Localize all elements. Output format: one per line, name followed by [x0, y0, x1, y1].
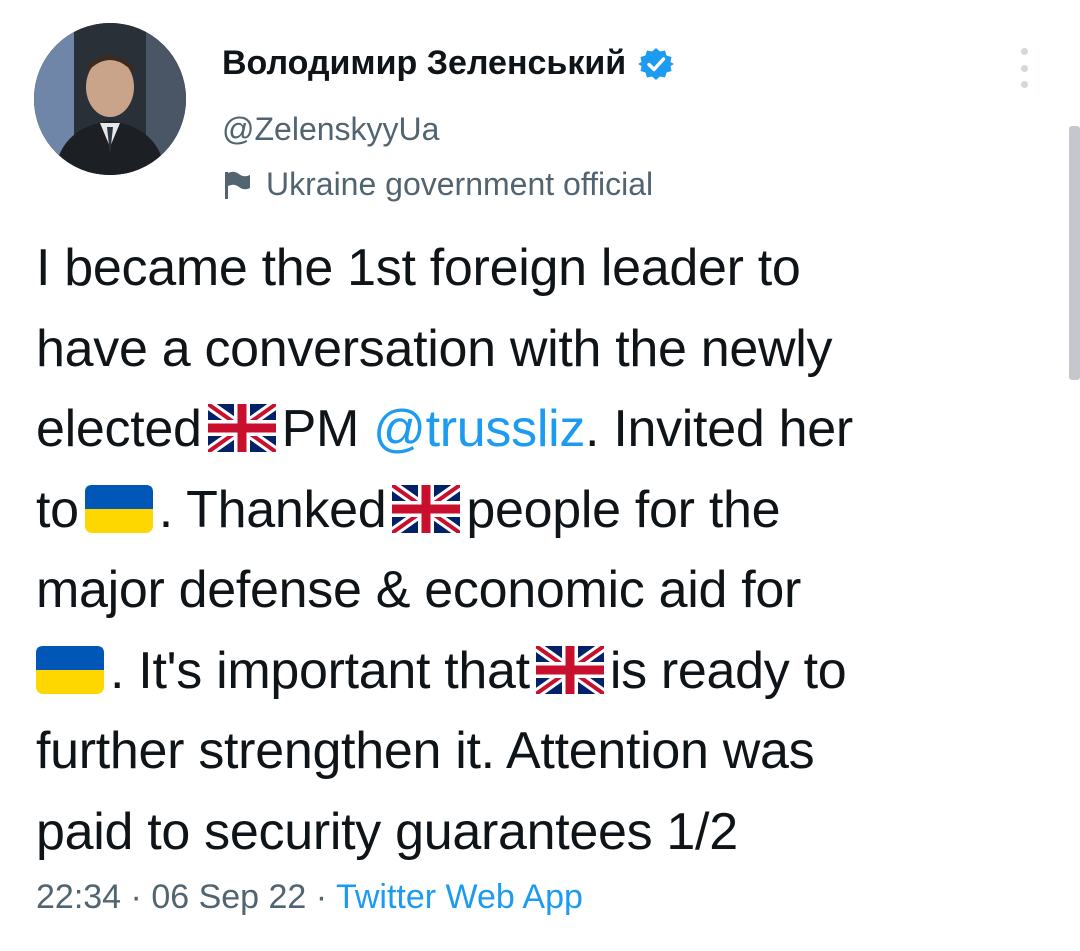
tweet-meta: 22:34 · 06 Sep 22 · Twitter Web App	[36, 878, 583, 917]
tweet-line: . It's important that is ready to	[36, 631, 1061, 712]
tweet-date[interactable]: 06 Sep 22	[151, 878, 306, 916]
tweet-text-segment: . It's important that	[110, 641, 530, 700]
tweet-line: paid to security guarantees 1/2	[36, 802, 738, 861]
flag-icon	[222, 170, 252, 200]
tweet-text-segment: . Invited her	[585, 400, 853, 458]
mention-link[interactable]: @trussliz	[373, 400, 585, 458]
affiliation-text: Ukraine government official	[266, 166, 654, 202]
tweet-line: to . Thanked people for the	[36, 470, 1061, 551]
author-display-name[interactable]: Володимир Зеленський	[222, 44, 626, 83]
author-name-row[interactable]: Володимир Зеленський	[222, 44, 675, 83]
tweet-text-segment: to	[36, 480, 79, 539]
avatar[interactable]	[34, 23, 186, 175]
tweet-source-link[interactable]: Twitter Web App	[336, 878, 583, 916]
ukraine-flag-emoji-icon	[36, 645, 104, 694]
tweet-line: major defense & economic aid for	[36, 561, 802, 619]
uk-flag-emoji-icon	[535, 645, 604, 694]
tweet-time[interactable]: 22:34	[36, 878, 121, 916]
tweet-text-segment: . Thanked	[158, 480, 387, 539]
affiliation-label: Ukraine government official	[222, 166, 653, 203]
tweet-line: I became the 1st foreign leader to	[36, 239, 801, 297]
uk-flag-emoji-icon	[392, 484, 461, 533]
tweet-line: elected PM @trussliz. Invited her	[36, 389, 1061, 470]
meta-separator: ·	[306, 878, 336, 916]
tweet-text-segment: PM	[281, 400, 360, 458]
verified-badge-icon	[638, 46, 675, 82]
meta-separator: ·	[121, 878, 152, 916]
uk-flag-emoji-icon	[207, 404, 276, 453]
more-options-icon[interactable]	[1006, 48, 1042, 88]
tweet-text-segment: is ready to	[609, 641, 847, 700]
tweet-line: further strengthen it. Attention was	[36, 722, 815, 780]
tweet-text-segment: elected	[36, 400, 202, 458]
tweet-line: have a conversation with the newly	[36, 319, 833, 378]
scrollbar[interactable]	[1069, 126, 1080, 380]
ukraine-flag-emoji-icon	[84, 484, 153, 533]
tweet-text-segment: people for the	[466, 480, 781, 539]
author-handle[interactable]: @ZelenskyyUa	[222, 111, 439, 148]
tweet-text: I became the 1st foreign leader to have …	[36, 228, 1061, 872]
